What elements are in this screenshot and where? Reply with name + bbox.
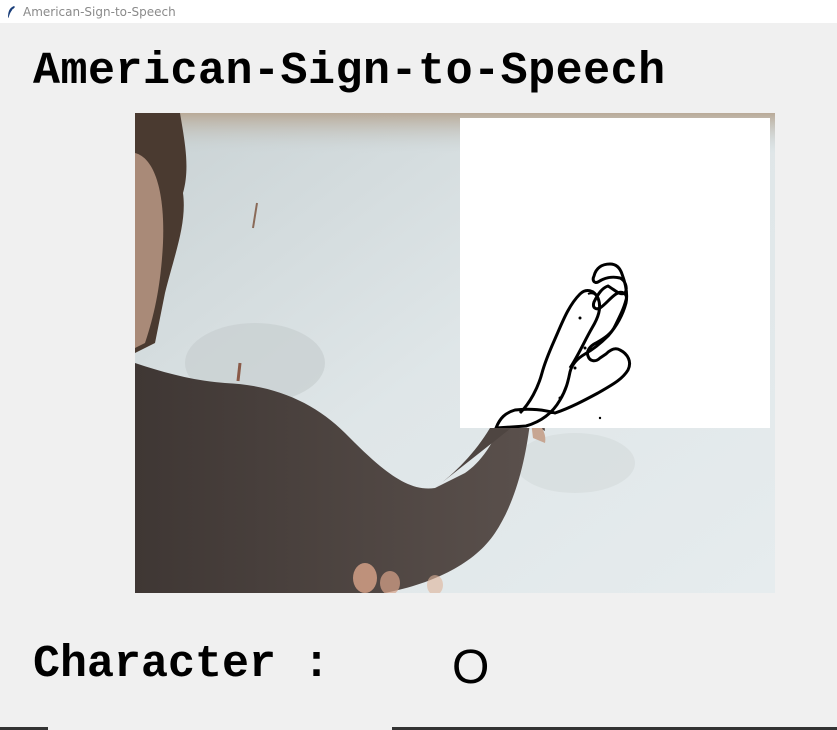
- character-label: Character :: [33, 639, 331, 690]
- processed-hand-image: [460, 118, 770, 428]
- page-title: American-Sign-to-Speech: [33, 46, 666, 97]
- feather-icon: [5, 5, 17, 19]
- hand-outline-icon: [494, 262, 632, 428]
- window-titlebar[interactable]: American-Sign-to-Speech: [0, 0, 837, 23]
- window-title: American-Sign-to-Speech: [23, 4, 176, 19]
- predicted-character: O: [452, 641, 490, 694]
